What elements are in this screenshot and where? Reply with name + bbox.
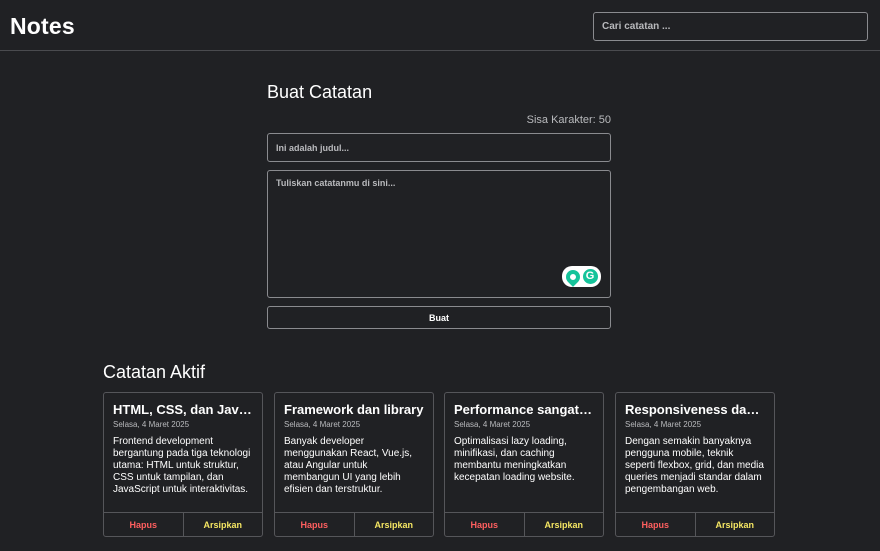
note-card-date: Selasa, 4 Maret 2025 [113, 420, 190, 429]
grammar-extension-widget[interactable]: G [562, 266, 601, 287]
delete-note-button[interactable]: Hapus [275, 513, 355, 536]
note-card-body: Banyak developer menggunakan React, Vue.… [284, 436, 413, 495]
archive-note-button[interactable]: Arsipkan [525, 513, 604, 536]
note-card-date: Selasa, 4 Maret 2025 [625, 420, 702, 429]
note-card-title: HTML, CSS, dan JavaScript [113, 402, 254, 417]
create-note-button[interactable]: Buat [267, 306, 611, 329]
active-notes-title: Catatan Aktif [103, 362, 206, 382]
note-card-title: Framework dan library [284, 402, 424, 417]
note-card: Responsiveness dan mobile Selasa, 4 Mare… [615, 392, 775, 537]
note-card: Framework dan library Selasa, 4 Maret 20… [274, 392, 434, 537]
note-card-body: Optimalisasi lazy loading, minifikasi, d… [454, 436, 575, 483]
note-title-input[interactable] [267, 133, 611, 162]
grammarly-icon: G [582, 269, 598, 284]
note-card: Performance sangat penting Selasa, 4 Mar… [444, 392, 604, 537]
note-card-date: Selasa, 4 Maret 2025 [454, 420, 531, 429]
delete-note-button[interactable]: Hapus [616, 513, 696, 536]
create-note-title: Buat Catatan [267, 82, 373, 102]
archive-note-button[interactable]: Arsipkan [696, 513, 775, 536]
char-remaining-counter: Sisa Karakter: 50 [526, 114, 611, 126]
note-body-textarea[interactable] [267, 170, 611, 298]
delete-note-button[interactable]: Hapus [104, 513, 184, 536]
archive-note-button[interactable]: Arsipkan [184, 513, 263, 536]
note-card-date: Selasa, 4 Maret 2025 [284, 420, 361, 429]
note-card-body: Dengan semakin banyaknya pengguna mobile… [625, 436, 764, 495]
note-card-actions: Hapus Arsipkan [275, 512, 433, 536]
note-card-body: Frontend development bergantung pada tig… [113, 436, 251, 495]
note-card-title: Responsiveness dan mobile [625, 402, 766, 417]
note-card-actions: Hapus Arsipkan [616, 512, 774, 536]
note-card-actions: Hapus Arsipkan [104, 512, 262, 536]
search-input[interactable] [593, 12, 868, 41]
location-pin-icon [562, 266, 583, 287]
note-card: HTML, CSS, dan JavaScript Selasa, 4 Mare… [103, 392, 263, 537]
app-header: Notes [0, 0, 880, 51]
note-card-actions: Hapus Arsipkan [445, 512, 603, 536]
archive-note-button[interactable]: Arsipkan [355, 513, 434, 536]
app-brand: Notes [10, 13, 75, 39]
note-card-title: Performance sangat penting [454, 402, 595, 417]
delete-note-button[interactable]: Hapus [445, 513, 525, 536]
